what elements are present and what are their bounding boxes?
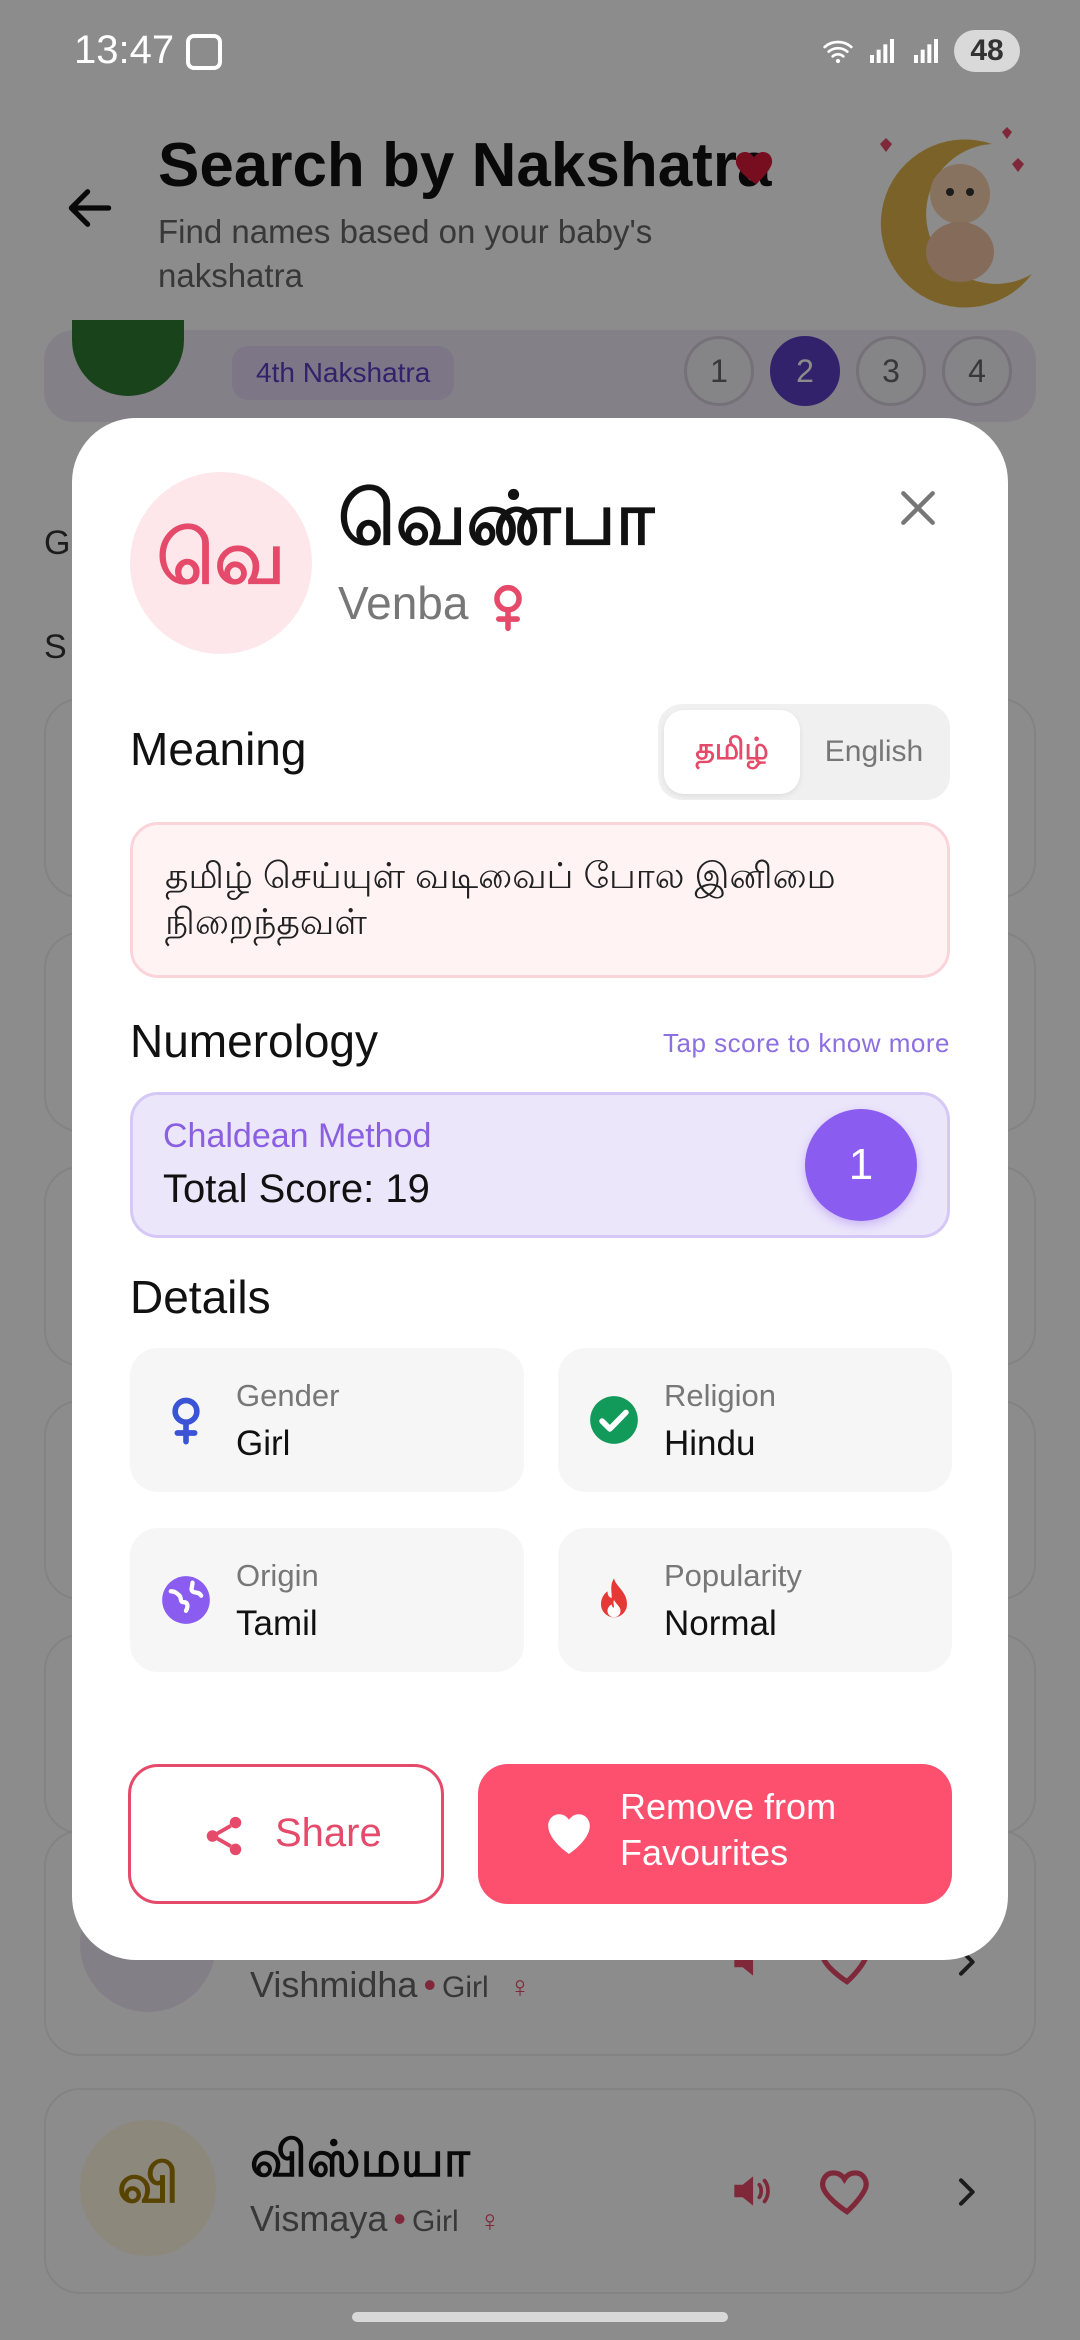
- heart-icon: [548, 1814, 590, 1854]
- tamil-language-option[interactable]: தமிழ்: [664, 710, 800, 794]
- fire-icon: [601, 1578, 627, 1618]
- signal-icon: [870, 39, 894, 63]
- detail-religion: Religion Hindu: [558, 1348, 952, 1492]
- detail-label: Popularity: [664, 1558, 802, 1593]
- detail-gender: Gender Girl: [130, 1348, 524, 1492]
- detail-label: Religion: [664, 1378, 777, 1413]
- numerology-total: Total Score: 19: [163, 1167, 430, 1211]
- battery-indicator: 48: [954, 30, 1020, 72]
- detail-value: Hindu: [664, 1424, 756, 1463]
- female-icon: [172, 1397, 200, 1445]
- female-icon: [494, 584, 522, 632]
- meaning-heading: Meaning: [130, 723, 307, 775]
- detail-value: Girl: [236, 1424, 291, 1463]
- detail-label: Gender: [236, 1378, 340, 1413]
- share-button[interactable]: Share: [128, 1764, 444, 1904]
- details-heading: Details: [130, 1271, 271, 1323]
- detail-value: Normal: [664, 1604, 777, 1643]
- close-icon[interactable]: [896, 486, 940, 530]
- screenshot-icon: [186, 34, 222, 70]
- english-language-option[interactable]: English: [804, 710, 944, 794]
- detail-origin: Origin Tamil: [130, 1528, 524, 1672]
- status-icons: 48: [822, 28, 1020, 74]
- globe-icon: [162, 1576, 210, 1624]
- name-detail-dialog: வெ வெண்பா Venba Meaning தமிழ் English தம…: [72, 418, 1008, 1960]
- status-time: 13:47: [74, 28, 175, 72]
- meaning-text: தமிழ் செய்யுள் வடிவைப் போல இனிமை நிறைந்த…: [130, 822, 950, 978]
- detail-value: Tamil: [236, 1604, 318, 1643]
- detail-label: Origin: [236, 1558, 319, 1593]
- remove-from-favourites-button[interactable]: Remove from Favourites: [478, 1764, 952, 1904]
- numerology-method: Chaldean Method: [163, 1117, 432, 1155]
- tamil-name-title: வெண்பா: [338, 477, 655, 560]
- numerology-card[interactable]: Chaldean Method Total Score: 19 1: [130, 1092, 950, 1238]
- share-icon: [206, 1816, 242, 1856]
- numerology-hint: Tap score to know more: [662, 1028, 950, 1058]
- wifi-icon: [823, 40, 853, 64]
- remove-label: Remove from Favourites: [620, 1786, 837, 1873]
- numerology-score-badge[interactable]: 1: [805, 1109, 917, 1221]
- check-circle-icon: [590, 1396, 638, 1444]
- name-avatar: வெ: [130, 472, 312, 654]
- language-toggle: தமிழ் English: [658, 704, 950, 800]
- detail-popularity: Popularity Normal: [558, 1528, 952, 1672]
- home-indicator[interactable]: [352, 2312, 728, 2322]
- numerology-heading: Numerology: [130, 1015, 378, 1067]
- transliterated-name: Venba: [338, 577, 469, 629]
- share-label: Share: [275, 1811, 382, 1855]
- status-bar: 13:47 48: [0, 0, 1080, 100]
- signal-icon: [914, 39, 938, 63]
